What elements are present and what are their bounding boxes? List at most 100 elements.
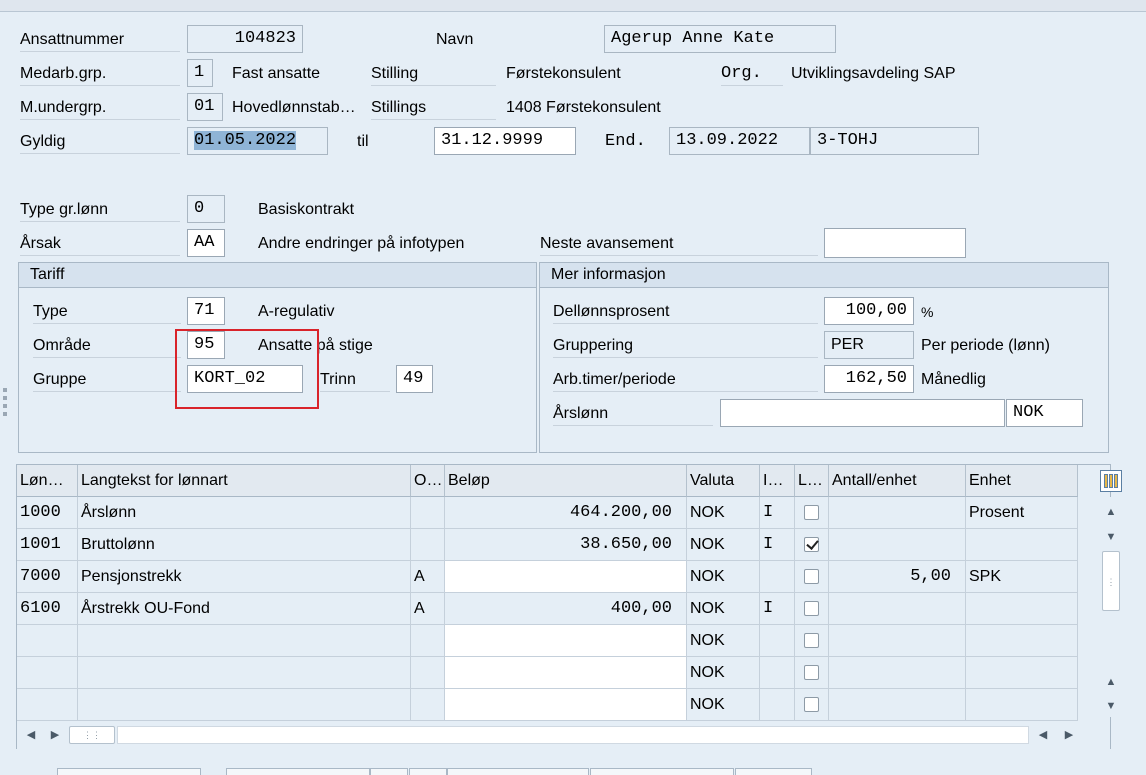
checkbox-cell[interactable] bbox=[795, 625, 829, 657]
operation-cell[interactable] bbox=[411, 689, 445, 721]
valuta-cell[interactable]: NOK bbox=[687, 529, 760, 561]
enhet-cell[interactable]: SPK bbox=[966, 561, 1078, 593]
valuta-cell[interactable]: NOK bbox=[687, 497, 760, 529]
lonnart-cell[interactable] bbox=[17, 625, 78, 657]
valuta-cell[interactable]: NOK bbox=[687, 689, 760, 721]
column-header-tekst[interactable]: Langtekst for lønnart bbox=[78, 465, 411, 497]
langtekst-cell[interactable]: Pensjonstrekk bbox=[78, 561, 411, 593]
enhet-cell[interactable] bbox=[966, 593, 1078, 625]
langtekst-cell[interactable]: Årslønn bbox=[78, 497, 411, 529]
arslonn-field[interactable] bbox=[720, 399, 1005, 427]
belop-cell[interactable] bbox=[445, 625, 687, 657]
checkbox-cell[interactable] bbox=[795, 529, 829, 561]
lonnart-cell[interactable]: 6100 bbox=[17, 593, 78, 625]
langtekst-cell[interactable] bbox=[78, 625, 411, 657]
antall-cell[interactable] bbox=[829, 529, 966, 561]
horizontal-scroll-track[interactable] bbox=[117, 726, 1029, 744]
antall-cell[interactable] bbox=[829, 625, 966, 657]
scroll-page-up-icon[interactable]: ▲ bbox=[1101, 673, 1121, 691]
horizontal-scroll-thumb[interactable]: ⋮⋮ bbox=[69, 726, 115, 744]
lonnart-cell[interactable]: 1000 bbox=[17, 497, 78, 529]
tariff-type-field[interactable]: 71 bbox=[187, 297, 225, 325]
neste-avansement-field[interactable] bbox=[824, 228, 966, 258]
antall-cell[interactable] bbox=[829, 593, 966, 625]
arb-timer-field[interactable]: 162,50 bbox=[824, 365, 914, 393]
row-checkbox[interactable] bbox=[804, 601, 819, 616]
row-checkbox[interactable] bbox=[804, 569, 819, 584]
indikator-cell[interactable] bbox=[760, 625, 795, 657]
row-checkbox[interactable] bbox=[804, 665, 819, 680]
lonnart-cell[interactable]: 1001 bbox=[17, 529, 78, 561]
table-vertical-scrollbar[interactable]: ▲ ▼ ⋮ ▲ ▼ bbox=[1097, 497, 1125, 717]
scroll-page-down-icon[interactable]: ▼ bbox=[1101, 697, 1121, 715]
column-header-valuta[interactable]: Valuta bbox=[687, 465, 760, 497]
column-header-o[interactable]: O… bbox=[411, 465, 445, 497]
indikator-cell[interactable]: I bbox=[760, 529, 795, 561]
langtekst-cell[interactable] bbox=[78, 657, 411, 689]
arsak-field[interactable]: AA bbox=[187, 229, 225, 257]
scroll-far-right-icon[interactable]: ▶ bbox=[1059, 726, 1079, 744]
belop-cell[interactable]: 400,00 bbox=[445, 593, 687, 625]
valuta-cell[interactable]: NOK bbox=[687, 657, 760, 689]
trinn-field[interactable]: 49 bbox=[396, 365, 433, 393]
scroll-far-left-icon[interactable]: ◀ bbox=[1033, 726, 1053, 744]
langtekst-cell[interactable]: Bruttolønn bbox=[78, 529, 411, 561]
end-user-field[interactable]: 3-TOHJ bbox=[810, 127, 979, 155]
antall-cell[interactable] bbox=[829, 657, 966, 689]
vertical-scroll-thumb[interactable]: ⋮ bbox=[1102, 551, 1120, 611]
splitter-grip-icon[interactable] bbox=[3, 388, 7, 424]
checkbox-cell[interactable] bbox=[795, 593, 829, 625]
column-header-i[interactable]: I… bbox=[760, 465, 795, 497]
enhet-cell[interactable] bbox=[966, 689, 1078, 721]
langtekst-cell[interactable] bbox=[78, 689, 411, 721]
valuta-cell[interactable]: NOK bbox=[687, 593, 760, 625]
operation-cell[interactable] bbox=[411, 529, 445, 561]
scroll-left-icon[interactable]: ◀ bbox=[21, 726, 41, 744]
row-checkbox[interactable] bbox=[804, 697, 819, 712]
operation-cell[interactable]: A bbox=[411, 561, 445, 593]
end-date-field[interactable]: 13.09.2022 bbox=[669, 127, 810, 155]
column-header-lonnart[interactable]: Løn… bbox=[17, 465, 78, 497]
column-settings-icon[interactable] bbox=[1100, 470, 1122, 492]
scroll-down-icon[interactable]: ▼ bbox=[1101, 528, 1121, 546]
row-checkbox[interactable] bbox=[804, 537, 819, 552]
operation-cell[interactable] bbox=[411, 657, 445, 689]
arslonn-currency-field[interactable]: NOK bbox=[1006, 399, 1083, 427]
gyldig-from-field[interactable]: 01.05.2022 bbox=[187, 127, 328, 155]
checkbox-cell[interactable] bbox=[795, 657, 829, 689]
checkbox-cell[interactable] bbox=[795, 561, 829, 593]
indikator-cell[interactable] bbox=[760, 689, 795, 721]
row-checkbox[interactable] bbox=[804, 505, 819, 520]
column-header-enhet[interactable]: Enhet bbox=[966, 465, 1078, 497]
operation-cell[interactable] bbox=[411, 497, 445, 529]
langtekst-cell[interactable]: Årstrekk OU-Fond bbox=[78, 593, 411, 625]
checkbox-cell[interactable] bbox=[795, 497, 829, 529]
checkbox-cell[interactable] bbox=[795, 689, 829, 721]
enhet-cell[interactable]: Prosent bbox=[966, 497, 1078, 529]
antall-cell[interactable]: 5,00 bbox=[829, 561, 966, 593]
belop-cell[interactable] bbox=[445, 561, 687, 593]
column-header-antall[interactable]: Antall/enhet bbox=[829, 465, 966, 497]
indikator-cell[interactable]: I bbox=[760, 497, 795, 529]
scroll-up-icon[interactable]: ▲ bbox=[1101, 503, 1121, 521]
navn-field[interactable]: Agerup Anne Kate bbox=[604, 25, 836, 53]
scroll-right-icon[interactable]: ▶ bbox=[45, 726, 65, 744]
enhet-cell[interactable] bbox=[966, 657, 1078, 689]
indikator-cell[interactable] bbox=[760, 561, 795, 593]
lonnart-cell[interactable]: 7000 bbox=[17, 561, 78, 593]
valuta-cell[interactable]: NOK bbox=[687, 561, 760, 593]
antall-cell[interactable] bbox=[829, 689, 966, 721]
mundergrp-code-field[interactable]: 01 bbox=[187, 93, 223, 121]
medarb-code-field[interactable]: 1 bbox=[187, 59, 213, 87]
column-header-belop[interactable]: Beløp bbox=[445, 465, 687, 497]
operation-cell[interactable] bbox=[411, 625, 445, 657]
enhet-cell[interactable] bbox=[966, 529, 1078, 561]
row-checkbox[interactable] bbox=[804, 633, 819, 648]
indikator-cell[interactable] bbox=[760, 657, 795, 689]
enhet-cell[interactable] bbox=[966, 625, 1078, 657]
gyldig-to-field[interactable]: 31.12.9999 bbox=[434, 127, 576, 155]
column-header-checked[interactable]: L… bbox=[795, 465, 829, 497]
ansattnummer-field[interactable]: 104823 bbox=[187, 25, 303, 53]
belop-cell[interactable]: 464.200,00 bbox=[445, 497, 687, 529]
gruppering-field[interactable]: PER bbox=[824, 331, 914, 359]
